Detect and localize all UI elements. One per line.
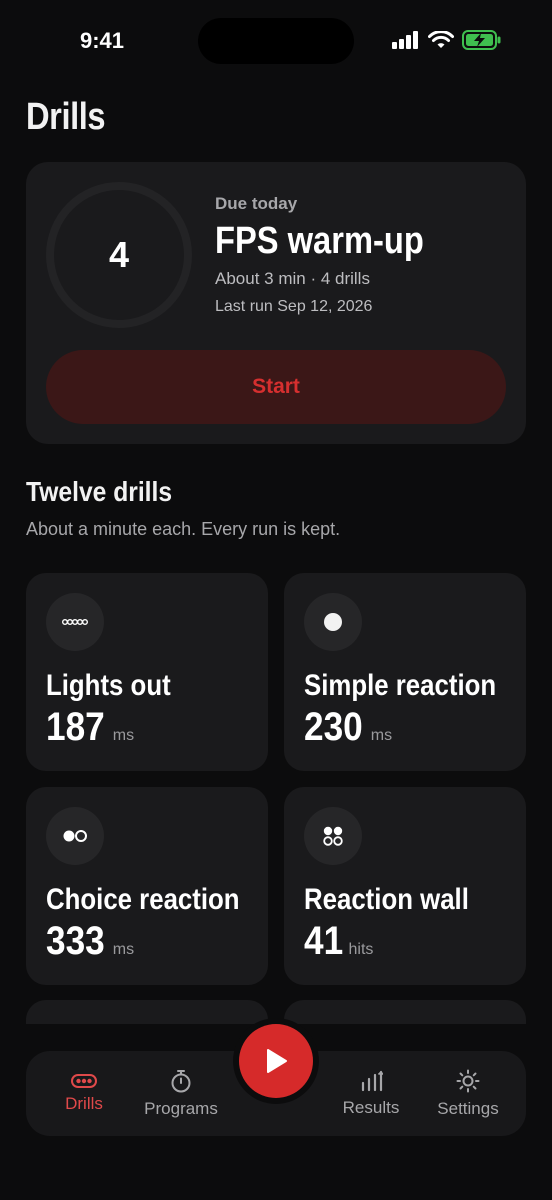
settings-sun-icon xyxy=(456,1069,480,1092)
tab-label: Drills xyxy=(65,1093,103,1113)
program-info: Due today FPS warm-up About 3 min · 4 dr… xyxy=(215,194,458,316)
bar-chart-icon xyxy=(361,1070,383,1091)
program-title: FPS warm-up xyxy=(215,220,424,262)
wifi-icon xyxy=(428,30,454,48)
drill-unit: hits xyxy=(348,941,374,958)
tab-label: Results xyxy=(342,1097,400,1117)
page-title: Drills xyxy=(26,96,106,138)
drill-metric: 41 hits xyxy=(304,919,373,964)
drill-value: 187 xyxy=(46,705,105,749)
drill-unit: ms xyxy=(112,941,135,958)
drill-card-partial[interactable] xyxy=(284,1000,526,1024)
drill-card-lights-out[interactable]: Lights out 187 ms xyxy=(26,573,268,771)
program-summary: About 3 min · 4 drills xyxy=(215,269,370,288)
choice-dots-icon xyxy=(46,807,104,865)
battery-charging-icon xyxy=(462,30,501,50)
play-button[interactable] xyxy=(239,1024,313,1098)
drill-card-simple-reaction[interactable]: Simple reaction 230 ms xyxy=(284,573,526,771)
status-icons xyxy=(392,30,502,50)
tab-label: Settings xyxy=(437,1098,499,1118)
signal-icon xyxy=(392,31,418,49)
due-label: Due today xyxy=(215,194,298,213)
dynamic-island xyxy=(198,18,354,64)
start-button[interactable]: Start xyxy=(46,350,506,424)
drill-count: 4 xyxy=(108,234,130,275)
drills-icon xyxy=(71,1073,97,1088)
section-subtitle: About a minute each. Every run is kept. xyxy=(26,519,341,539)
section-title: Twelve drills xyxy=(26,476,173,507)
last-run: Last run Sep 12, 2026 xyxy=(215,298,373,315)
status-time: 9:41 xyxy=(80,28,125,53)
drill-value: 41 xyxy=(304,919,344,963)
drill-value: 230 xyxy=(304,705,363,749)
play-icon xyxy=(267,1049,287,1073)
lights-out-icon xyxy=(46,593,104,651)
drill-name: Simple reaction xyxy=(304,669,497,702)
status-bar: 9:41 xyxy=(0,0,552,84)
drill-name: Reaction wall xyxy=(304,883,469,916)
tab-results[interactable]: Results xyxy=(331,1051,411,1136)
tab-programs[interactable]: Programs xyxy=(136,1051,226,1136)
drill-card-reaction-wall[interactable]: Reaction wall 41 hits xyxy=(284,787,526,985)
dot-icon xyxy=(304,593,362,651)
drill-name: Choice reaction xyxy=(46,883,240,916)
drill-value: 333 xyxy=(46,919,105,963)
drill-count-ring: 4 xyxy=(46,182,192,328)
drill-metric: 230 ms xyxy=(304,705,392,750)
drill-metric: 333 ms xyxy=(46,919,134,964)
tab-drills[interactable]: Drills xyxy=(44,1051,124,1136)
drill-name: Lights out xyxy=(46,669,171,702)
stopwatch-icon xyxy=(171,1069,191,1092)
grid-dots-icon xyxy=(304,807,362,865)
drill-card-choice-reaction[interactable]: Choice reaction 333 ms xyxy=(26,787,268,985)
tab-label: Programs xyxy=(144,1098,218,1118)
drill-metric: 187 ms xyxy=(46,705,134,750)
drill-unit: ms xyxy=(112,727,135,744)
tab-settings[interactable]: Settings xyxy=(428,1051,508,1136)
drill-card-partial[interactable] xyxy=(26,1000,268,1024)
drill-unit: ms xyxy=(370,727,393,744)
due-program-card[interactable]: 4 Due today FPS warm-up About 3 min · 4 … xyxy=(26,162,526,444)
